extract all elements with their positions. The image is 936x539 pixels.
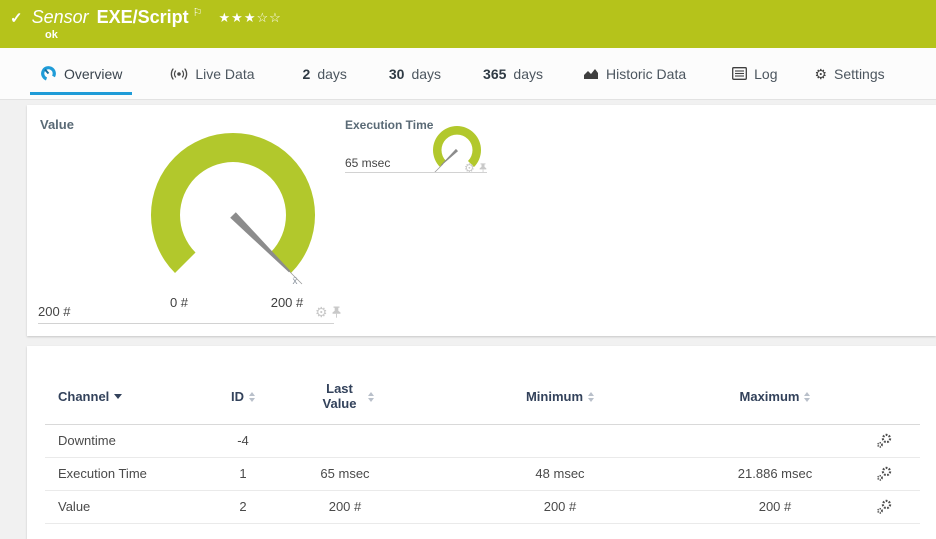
- channel-id: 1: [239, 466, 247, 482]
- tab-30-days-number: 30: [388, 65, 405, 82]
- tab-365-days[interactable]: 365 days: [473, 48, 553, 99]
- sensor-status-header: ✓ Sensor EXE/Script ⚐ ★★★☆☆ ok: [0, 0, 936, 48]
- tab-2-days-number: 2: [302, 65, 311, 82]
- flag-icon: ⚐: [192, 7, 203, 19]
- channel-settings-icon[interactable]: [876, 499, 892, 515]
- channel-minimum: 200 #: [543, 499, 577, 515]
- last-value-header-label: Last Value: [322, 381, 357, 411]
- sensor-type-label: Sensor: [31, 7, 89, 27]
- value-widget-pin-icon[interactable]: [332, 306, 341, 318]
- minimum-header-label: Minimum: [525, 389, 584, 405]
- tab-30-days-label: days: [411, 65, 442, 82]
- id-header-label: ID: [231, 389, 244, 405]
- channel-id: -4: [237, 433, 249, 449]
- channel-table-header: Channel ID Last Value Minimum Maximum: [45, 376, 920, 425]
- tab-settings[interactable]: ⚙ Settings: [804, 48, 894, 99]
- tab-log-label: Log: [754, 65, 778, 82]
- sensor-name: EXE/Script: [96, 7, 189, 27]
- channel-last-value: 65 msec: [320, 466, 370, 482]
- tab-overview[interactable]: Overview: [30, 48, 133, 99]
- maximum-header-label: Maximum: [739, 389, 800, 405]
- value-widget-divider: [38, 323, 334, 324]
- tab-overview-label: Overview: [64, 65, 123, 82]
- tab-365-days-label: days: [513, 65, 543, 82]
- exec-time-current-reading: 65 msec: [345, 156, 391, 170]
- value-gauge-title: Value: [40, 117, 74, 132]
- average-marker: x̄: [292, 276, 298, 287]
- live-signal-icon: [171, 67, 188, 80]
- channel-header-label: Channel: [58, 389, 110, 405]
- channel-table: Channel ID Last Value Minimum Maximum Do…: [45, 376, 920, 524]
- column-header-channel[interactable]: Channel: [45, 389, 201, 404]
- column-header-last-value[interactable]: Last Value: [285, 381, 405, 412]
- value-gauge-min-label: 0 #: [169, 295, 189, 310]
- table-row-value: Value 2 200 # 200 # 200 #: [45, 491, 920, 524]
- sort-icon: [249, 391, 255, 402]
- sort-desc-icon: [114, 394, 123, 400]
- tab-live-data-label: Live Data: [195, 65, 255, 82]
- exec-widget-divider: [345, 172, 487, 173]
- sort-icon: [804, 391, 811, 402]
- column-header-maximum[interactable]: Maximum: [715, 389, 835, 404]
- tab-365-days-number: 365: [483, 65, 507, 82]
- gauge-icon: [41, 66, 56, 81]
- channel-name: Execution Time: [58, 466, 147, 482]
- tab-30-days[interactable]: 30 days: [379, 48, 451, 99]
- tab-log[interactable]: Log: [722, 48, 787, 99]
- stars-filled[interactable]: ★★★: [219, 10, 257, 25]
- tab-settings-label: Settings: [834, 65, 885, 82]
- tab-bar: Overview Live Data 2 days 30 days 365 da…: [0, 48, 936, 100]
- tab-historic-data-label: Historic Data: [605, 65, 687, 82]
- status-check-icon: ✓: [10, 9, 23, 27]
- column-header-id[interactable]: ID: [201, 389, 285, 404]
- value-gauge: [150, 132, 316, 285]
- tab-live-data[interactable]: Live Data: [160, 48, 264, 99]
- value-current-reading: 200 #: [38, 304, 71, 319]
- channel-name: Value: [58, 499, 91, 515]
- channel-minimum: 48 msec: [535, 466, 585, 482]
- sort-icon: [588, 391, 595, 402]
- overview-content: Value x̄ 0 # 200 # 200 # ⚙ Execution Tim…: [0, 100, 936, 539]
- tab-historic-data[interactable]: Historic Data: [573, 48, 696, 99]
- table-row-downtime: Downtime -4: [45, 425, 920, 458]
- channel-name: Downtime: [58, 433, 116, 449]
- gauges-panel: Value x̄ 0 # 200 # 200 # ⚙ Execution Tim…: [27, 105, 936, 336]
- channel-maximum: 21.886 msec: [737, 466, 813, 482]
- value-gauge-max-label: 200 #: [270, 295, 304, 310]
- value-widget-settings-icon[interactable]: ⚙: [315, 305, 328, 319]
- column-header-minimum[interactable]: Minimum: [405, 389, 715, 404]
- exec-time-gauge-title: Execution Time: [345, 118, 434, 132]
- channel-id: 2: [239, 499, 247, 515]
- priority-stars[interactable]: ★★★☆☆: [219, 10, 282, 26]
- tab-2-days-label: days: [317, 65, 347, 82]
- gear-icon: ⚙: [814, 65, 828, 82]
- area-chart-icon: [583, 69, 598, 79]
- channel-maximum: 200 #: [758, 499, 792, 515]
- table-row-execution-time: Execution Time 1 65 msec 48 msec 21.886 …: [45, 458, 920, 491]
- channel-last-value: 200 #: [328, 499, 362, 515]
- stars-empty[interactable]: ☆☆: [257, 10, 282, 25]
- channel-settings-icon[interactable]: [876, 433, 892, 449]
- log-list-icon: [732, 67, 748, 80]
- tab-2-days[interactable]: 2 days: [293, 48, 357, 99]
- sort-icon: [367, 391, 374, 402]
- status-badge: ok: [45, 29, 58, 41]
- channels-panel: Channel ID Last Value Minimum Maximum Do…: [27, 346, 936, 539]
- channel-settings-icon[interactable]: [876, 466, 892, 482]
